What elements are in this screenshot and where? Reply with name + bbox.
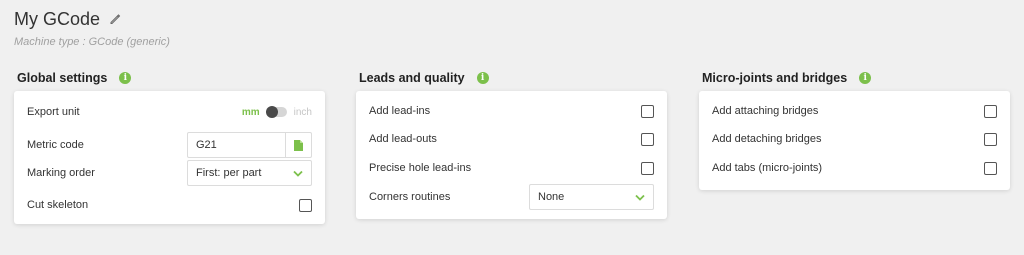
export-unit-label: Export unit (27, 106, 80, 118)
leads-quality-title: Leads and quality (359, 71, 465, 85)
corners-routines-select[interactable]: None (529, 184, 654, 210)
micro-joints-title: Micro-joints and bridges (702, 71, 848, 85)
export-unit-toggle-group: mm inch (242, 106, 312, 118)
corners-routines-value: None (538, 191, 565, 203)
file-icon[interactable] (285, 133, 311, 157)
add-lead-outs-checkbox[interactable] (641, 132, 654, 146)
add-lead-ins-label: Add lead-ins (369, 105, 431, 117)
unit-inch-label[interactable]: inch (294, 107, 312, 118)
add-lead-ins-checkbox[interactable] (641, 104, 654, 118)
info-icon[interactable]: i (119, 72, 132, 84)
global-settings-header: Global settings i (17, 70, 132, 86)
cut-skeleton-checkbox[interactable] (299, 198, 312, 212)
cut-skeleton-row: Cut skeleton (27, 193, 312, 217)
unit-mm-label[interactable]: mm (242, 107, 260, 118)
toggle-knob (265, 106, 278, 118)
leads-quality-card: Add lead-ins Add lead-outs Precise hole … (356, 91, 667, 219)
add-detaching-bridges-checkbox[interactable] (984, 132, 997, 146)
add-tabs-row: Add tabs (micro-joints) (712, 156, 997, 180)
add-lead-ins-row: Add lead-ins (369, 99, 654, 123)
leads-quality-header: Leads and quality i (359, 70, 489, 86)
metric-code-field (187, 132, 312, 158)
precise-hole-lead-ins-row: Precise hole lead-ins (369, 156, 654, 180)
export-unit-row: Export unit mm inch (27, 100, 312, 124)
chevron-down-icon (635, 194, 645, 201)
export-unit-toggle[interactable] (265, 106, 287, 118)
add-tabs-checkbox[interactable] (984, 161, 997, 175)
metric-code-row: Metric code (27, 132, 312, 158)
metric-code-label: Metric code (27, 139, 84, 151)
global-settings-card: Export unit mm inch Metric code Marking … (14, 91, 325, 224)
info-icon[interactable]: i (476, 72, 489, 84)
metric-code-input[interactable] (188, 133, 285, 157)
machine-type-label: Machine type : GCode (generic) (14, 36, 170, 48)
page-header: My GCode Machine type : GCode (generic) (14, 9, 170, 48)
corners-routines-label: Corners routines (369, 191, 451, 203)
pencil-icon[interactable] (109, 13, 121, 25)
chevron-down-icon (293, 170, 303, 177)
micro-joints-card: Add attaching bridges Add detaching brid… (699, 91, 1010, 190)
add-lead-outs-label: Add lead-outs (369, 133, 437, 145)
micro-joints-header: Micro-joints and bridges i (702, 70, 872, 86)
marking-order-label: Marking order (27, 167, 95, 179)
marking-order-row: Marking order First: per part (27, 160, 312, 186)
add-detaching-bridges-label: Add detaching bridges (712, 133, 822, 145)
info-icon[interactable]: i (859, 72, 872, 84)
add-tabs-label: Add tabs (micro-joints) (712, 162, 823, 174)
add-attaching-bridges-row: Add attaching bridges (712, 99, 997, 123)
global-settings-title: Global settings (17, 71, 108, 85)
marking-order-select[interactable]: First: per part (187, 160, 312, 186)
add-attaching-bridges-label: Add attaching bridges (712, 105, 819, 117)
add-detaching-bridges-row: Add detaching bridges (712, 127, 997, 151)
precise-hole-lead-ins-checkbox[interactable] (641, 161, 654, 175)
add-lead-outs-row: Add lead-outs (369, 127, 654, 151)
page-title: My GCode (14, 9, 101, 29)
add-attaching-bridges-checkbox[interactable] (984, 104, 997, 118)
precise-hole-lead-ins-label: Precise hole lead-ins (369, 162, 472, 174)
marking-order-value: First: per part (196, 167, 262, 179)
title-row: My GCode (14, 9, 170, 29)
corners-routines-row: Corners routines None (369, 184, 654, 210)
cut-skeleton-label: Cut skeleton (27, 199, 89, 211)
